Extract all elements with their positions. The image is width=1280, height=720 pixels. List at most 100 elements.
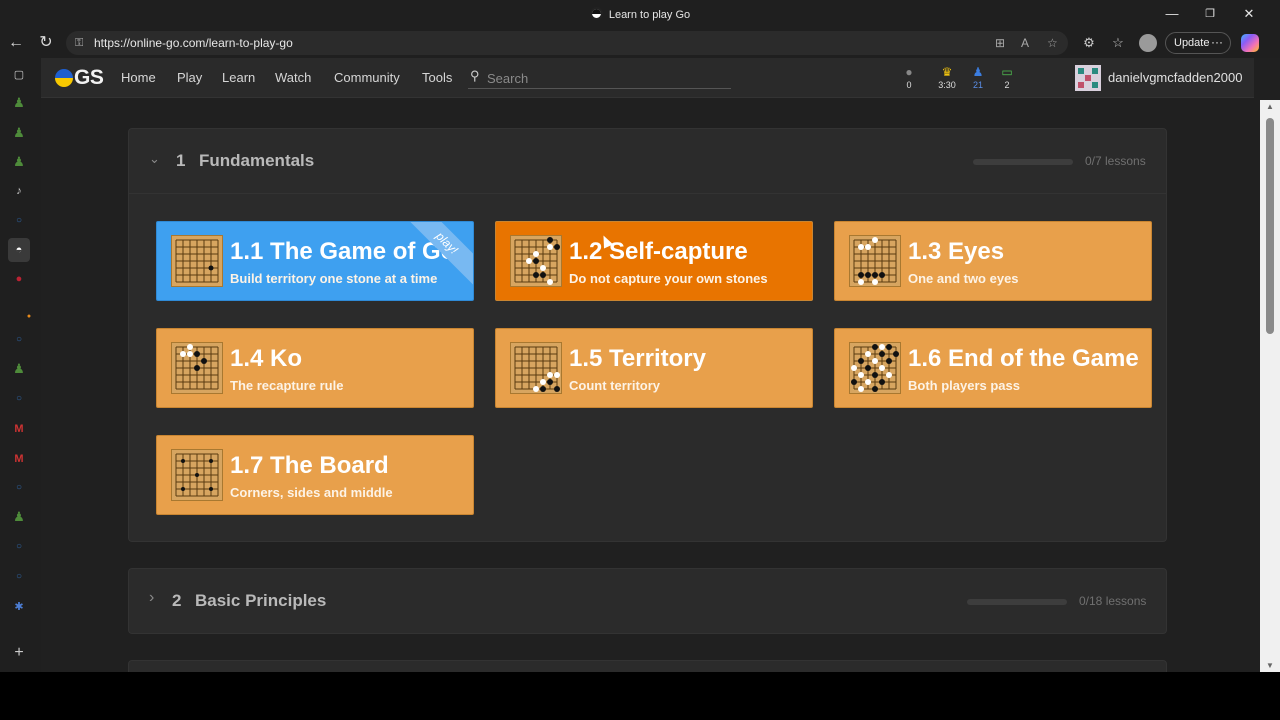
ogs-favicon-icon: [589, 7, 603, 20]
lesson-subtitle: Do not capture your own stones: [569, 271, 768, 286]
close-button[interactable]: ✕: [1234, 4, 1264, 24]
nav-watch[interactable]: Watch: [275, 70, 311, 85]
avatar-pixel: [1078, 82, 1084, 88]
nav-home[interactable]: Home: [121, 70, 156, 85]
section-title: Fundamentals: [199, 151, 315, 170]
nav-tools[interactable]: Tools: [422, 70, 452, 85]
refresh-icon[interactable]: ↻: [34, 32, 58, 54]
favorite-star-icon[interactable]: ☆: [1047, 31, 1058, 55]
search-input[interactable]: ⚲ Search: [468, 68, 731, 89]
lock-icon[interactable]: ⚿: [75, 31, 83, 55]
lesson-card-1-3[interactable]: 1.3 Eyes One and two eyes: [834, 221, 1152, 301]
sidebar-search-icon[interactable]: ○: [8, 568, 30, 586]
minimize-button[interactable]: —: [1157, 4, 1187, 24]
sidebar-person-icon[interactable]: ♟: [8, 153, 30, 171]
user-avatar[interactable]: [1075, 65, 1101, 91]
chat-count: 0: [906, 80, 912, 90]
sidebar-gmail-icon[interactable]: M: [8, 420, 30, 438]
lesson-subtitle: Corners, sides and middle: [230, 485, 393, 500]
go-board-grid: [175, 344, 219, 390]
sidebar-person-icon[interactable]: ♟: [8, 360, 30, 378]
lesson-title: 1.3 Eyes: [908, 238, 1005, 265]
section-lesson-count: 0/18 lessons: [1079, 594, 1147, 608]
go-board-icon: [171, 449, 223, 501]
sidebar-person-icon[interactable]: ♟: [8, 508, 30, 526]
section-progress-bar: [967, 599, 1067, 605]
section-header[interactable]: ⌄ 1 Fundamentals 0/7 lessons: [129, 129, 1166, 193]
lesson-card-1-1[interactable]: 1.1 The Game of Go Build territory one s…: [156, 221, 474, 301]
go-board-grid: [853, 237, 897, 285]
sidebar-dot-icon: ●: [26, 313, 32, 320]
scroll-up-icon[interactable]: ▲: [1260, 102, 1280, 111]
board-monitor-icon: ▭: [1001, 65, 1013, 79]
ogs-page: GS Home Play Learn Watch Community Tools…: [41, 58, 1280, 672]
username[interactable]: danielvgmcfadden2000: [1108, 70, 1242, 85]
section-basic-principles[interactable]: › 2 Basic Principles 0/18 lessons: [128, 568, 1167, 634]
sidebar-search-icon[interactable]: ○: [8, 390, 30, 408]
window-title: Learn to play Go: [0, 7, 1280, 21]
bell-icon: ♟: [972, 65, 984, 79]
sidebar-person-icon[interactable]: ♟: [8, 94, 30, 112]
sidebar-search-icon[interactable]: ○: [8, 331, 30, 349]
update-button[interactable]: Update ···: [1165, 32, 1231, 54]
section-next-collapsed[interactable]: [128, 660, 1167, 672]
section-number: 1: [176, 151, 186, 170]
lesson-card-1-7[interactable]: 1.7 The Board Corners, sides and middle: [156, 435, 474, 515]
page-scrollbar[interactable]: ▲ ▼: [1260, 100, 1280, 672]
section-fundamentals: ⌄ 1 Fundamentals 0/7 lessons 1.1 The Gam…: [128, 128, 1167, 542]
go-board-icon: [171, 342, 223, 394]
lesson-card-1-6[interactable]: 1.6 End of the Game Both players pass: [834, 328, 1152, 408]
tab-actions-icon[interactable]: ▢: [8, 66, 30, 84]
back-arrow-icon[interactable]: ←: [4, 32, 28, 54]
sidebar-ogs-icon[interactable]: ◓: [8, 238, 30, 262]
lesson-card-1-4[interactable]: 1.4 Ko The recapture rule: [156, 328, 474, 408]
ogs-navbar: GS Home Play Learn Watch Community Tools…: [41, 58, 1254, 98]
lesson-title: 1.7 The Board: [230, 452, 389, 479]
chat-indicator[interactable]: ● 0: [896, 65, 922, 91]
extensions-icon[interactable]: ⚙: [1078, 33, 1100, 53]
read-aloud-icon[interactable]: A: [1021, 31, 1029, 55]
section-header[interactable]: › 2 Basic Principles 0/18 lessons: [129, 569, 1166, 633]
sidebar-search-icon[interactable]: ○: [8, 479, 30, 497]
scroll-down-icon[interactable]: ▼: [1260, 661, 1280, 670]
sidebar-person-icon[interactable]: ♟: [8, 124, 30, 142]
expand-chevron-icon[interactable]: ›: [149, 589, 154, 607]
collapse-chevron-icon[interactable]: ⌄: [149, 151, 160, 167]
scrollbar-thumb[interactable]: [1266, 118, 1274, 334]
favorites-icon[interactable]: ☆: [1107, 33, 1129, 53]
lesson-title: 1.5 Territory: [569, 345, 706, 372]
go-board-icon: [849, 342, 901, 394]
go-board-icon: [849, 235, 901, 287]
sidebar-search-icon[interactable]: ○: [8, 212, 30, 230]
url-text: https://online-go.com/learn-to-play-go: [94, 36, 293, 50]
app-available-icon[interactable]: ⊞: [995, 31, 1005, 55]
avatar-pixel: [1092, 68, 1098, 74]
browser-profile-avatar[interactable]: [1139, 34, 1157, 52]
restore-button[interactable]: ❐: [1195, 4, 1225, 24]
sidebar-app-icon[interactable]: ●: [8, 270, 30, 288]
url-field[interactable]: ⚿ https://online-go.com/learn-to-play-go…: [66, 31, 1068, 55]
sidebar-gmail-icon[interactable]: M: [8, 450, 30, 468]
lesson-title: 1.6 End of the Game: [908, 345, 1139, 372]
search-placeholder: Search: [487, 71, 529, 86]
speaker-icon[interactable]: ♪: [8, 182, 30, 200]
games-indicator[interactable]: ▭ 2: [994, 65, 1020, 91]
chat-bubble-icon: ●: [905, 65, 913, 79]
notifications-indicator[interactable]: ♟ 21: [965, 65, 991, 91]
add-sidebar-icon[interactable]: +: [8, 644, 30, 662]
sidebar-star-icon[interactable]: ✱: [8, 598, 30, 616]
lesson-subtitle: Build territory one stone at a time: [230, 271, 438, 286]
lesson-card-1-5[interactable]: 1.5 Territory Count territory: [495, 328, 813, 408]
sidebar-search-icon[interactable]: ○: [8, 538, 30, 556]
tournament-indicator[interactable]: ♛ 3:30: [934, 66, 960, 91]
more-dots-icon[interactable]: ···: [1211, 32, 1223, 52]
section-divider: [129, 193, 1166, 194]
nav-play[interactable]: Play: [177, 70, 202, 85]
nav-learn[interactable]: Learn: [222, 70, 255, 85]
nav-community[interactable]: Community: [334, 70, 400, 85]
lesson-card-1-2[interactable]: 1.2 Self-capture Do not capture your own…: [495, 221, 813, 301]
section-progress-bar: [973, 159, 1073, 165]
copilot-icon[interactable]: [1241, 34, 1259, 52]
games-count: 2: [1004, 80, 1010, 90]
section-lesson-count: 0/7 lessons: [1085, 154, 1146, 168]
